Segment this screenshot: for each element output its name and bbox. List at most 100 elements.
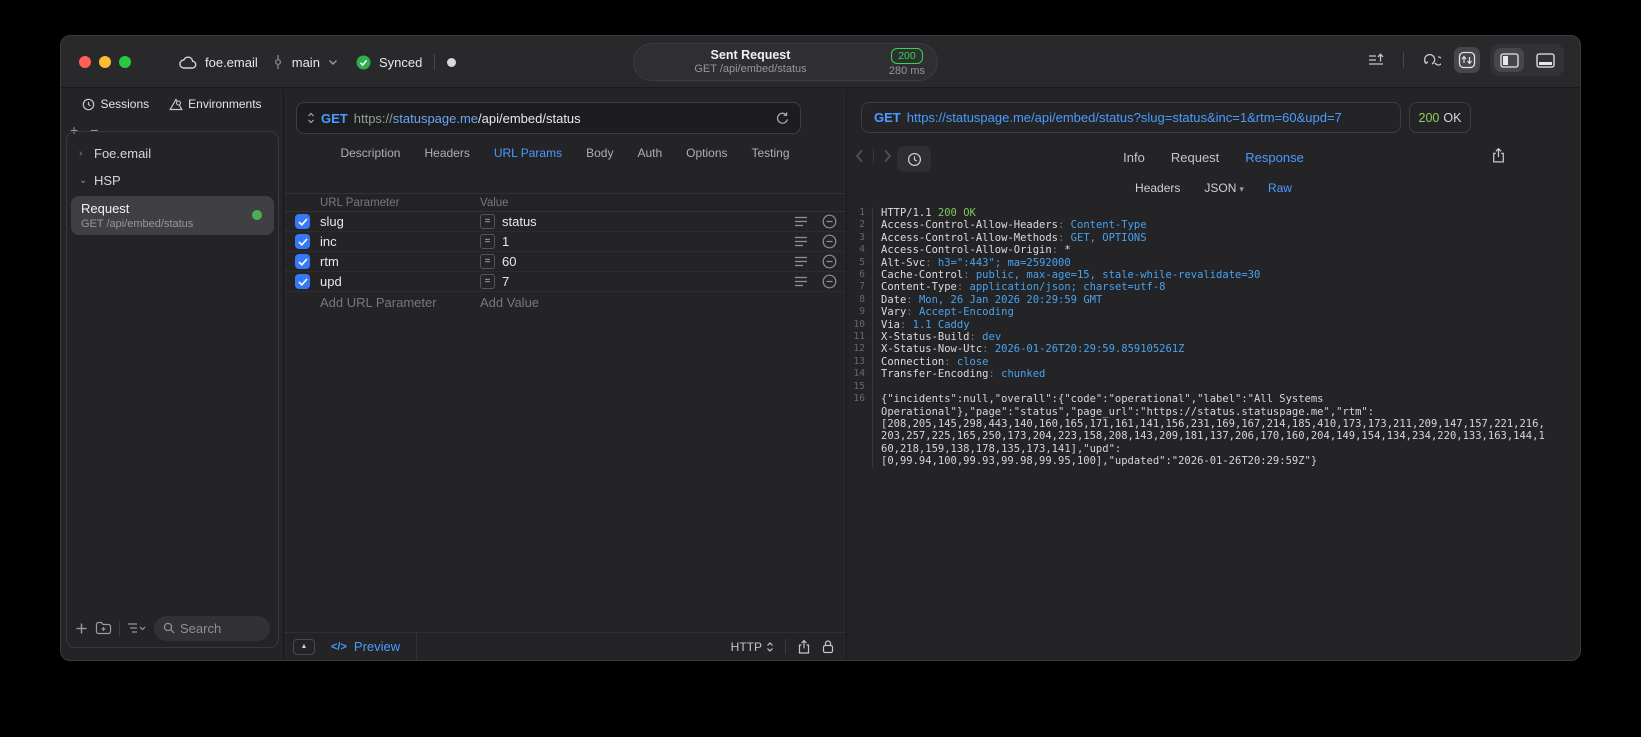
param-row-inc: inc = 1 [284, 232, 846, 252]
line-number: 9 [847, 306, 873, 319]
lock-icon[interactable] [822, 639, 834, 654]
remove-row-icon[interactable] [822, 214, 837, 229]
project-name[interactable]: foe.email [205, 55, 258, 70]
preview-button[interactable]: </> Preview [331, 639, 400, 654]
chevron-down-icon[interactable] [328, 59, 338, 66]
row-options-icon[interactable] [794, 276, 808, 287]
export-response-icon[interactable] [1491, 147, 1506, 164]
param-checkbox-checked[interactable] [295, 274, 310, 289]
response-tab-request[interactable]: Request [1171, 150, 1219, 165]
stepper-icon [767, 641, 773, 652]
equals-operator-icon[interactable]: = [480, 274, 495, 289]
equals-operator-icon[interactable]: = [480, 234, 495, 249]
request-item-subtitle: GET /api/embed/status [81, 218, 194, 230]
response-tab-info[interactable]: Info [1123, 150, 1145, 165]
param-value[interactable]: 60 [502, 254, 516, 269]
check-icon [297, 217, 308, 226]
param-checkbox-checked[interactable] [295, 234, 310, 249]
cloud-icon [179, 56, 197, 69]
request-method[interactable]: GET [321, 111, 348, 126]
code-line: 13 Connection: close [847, 355, 1580, 369]
add-url-parameter-button[interactable]: Add URL Parameter [320, 295, 480, 310]
check-icon [297, 277, 308, 286]
response-tab-response[interactable]: Response [1245, 150, 1304, 165]
sessions-tree-panel: › Foe.email ⌄ HSP Request GET /api/embed… [66, 131, 279, 648]
swap-arrows-box-icon [1458, 51, 1476, 69]
request-response-view-button[interactable] [1454, 47, 1480, 73]
check-icon [297, 237, 308, 246]
tab-environments[interactable]: Environments [169, 97, 262, 111]
tab-description[interactable]: Description [340, 146, 400, 160]
response-raw-view[interactable]: 1 HTTP/1.1 200 OK 2 Access-Control-Allow-He… [847, 203, 1580, 660]
tree-item-foe-email[interactable]: › Foe.email [67, 140, 278, 167]
param-name[interactable]: inc [320, 234, 480, 249]
share-icon[interactable] [797, 639, 811, 655]
param-name[interactable]: rtm [320, 254, 480, 269]
response-subtab-raw[interactable]: Raw [1268, 181, 1292, 195]
new-folder-icon[interactable] [95, 621, 112, 635]
tab-body[interactable]: Body [586, 146, 613, 160]
code-line: 12 X-Status-Now-Utc: 2026-01-26T20:29:59.… [847, 343, 1580, 356]
url-params-table: URL Parameter Value slug = status inc = 1 rtm =… [284, 193, 846, 312]
toggle-sidebar-button[interactable] [1494, 48, 1524, 72]
chevron-down-icon[interactable]: ⌄ [79, 175, 87, 186]
code-brackets-icon: </> [331, 640, 347, 653]
synced-check-icon [356, 55, 371, 69]
branch-name[interactable]: main [292, 55, 320, 70]
code-line: Operational"},"page":"status","page_url"… [847, 405, 1580, 418]
collapse-panel-button[interactable]: ▲ [293, 638, 315, 655]
row-options-icon[interactable] [794, 256, 808, 267]
tab-sessions[interactable]: Sessions [82, 97, 149, 111]
param-name[interactable]: slug [320, 214, 480, 229]
code-line: 3 Access-Control-Allow-Methods: GET, OPTI… [847, 231, 1580, 245]
equals-operator-icon[interactable]: = [480, 214, 495, 229]
app-window: foe.email main Synced Sent Request GET /… [60, 35, 1581, 661]
param-value[interactable]: status [502, 214, 537, 229]
response-subtab-json[interactable]: JSON ▾ [1204, 181, 1244, 195]
import-export-button[interactable] [1363, 47, 1389, 73]
remove-row-icon[interactable] [822, 234, 837, 249]
param-value[interactable]: 1 [502, 234, 509, 249]
remove-row-icon[interactable] [822, 274, 837, 289]
tab-testing[interactable]: Testing [752, 146, 790, 160]
search-input[interactable]: Search [154, 615, 270, 641]
equals-operator-icon[interactable]: = [480, 254, 495, 269]
check-icon [297, 257, 308, 266]
param-value[interactable]: 7 [502, 274, 509, 289]
method-stepper-icon[interactable] [307, 112, 315, 124]
line-number: 6 [847, 269, 873, 282]
param-checkbox-checked[interactable] [295, 214, 310, 229]
tree-item-hsp[interactable]: ⌄ HSP [67, 167, 278, 194]
add-value-button[interactable]: Add Value [480, 295, 846, 310]
minimize-window-button[interactable] [99, 56, 111, 68]
tab-url-params[interactable]: URL Params [494, 146, 562, 160]
tab-headers[interactable]: Headers [424, 146, 469, 160]
tab-auth[interactable]: Auth [637, 146, 662, 160]
protocol-selector[interactable]: HTTP [731, 640, 774, 654]
row-options-icon[interactable] [794, 236, 808, 247]
preview-label: Preview [353, 639, 401, 654]
refresh-icon[interactable] [775, 111, 790, 126]
request-url[interactable]: https://statuspage.me/api/embed/status [354, 111, 581, 126]
tab-options[interactable]: Options [686, 146, 727, 160]
remove-row-icon[interactable] [822, 254, 837, 269]
chevron-right-icon[interactable]: › [79, 148, 87, 159]
param-name[interactable]: upd [320, 274, 480, 289]
param-checkbox-checked[interactable] [295, 254, 310, 269]
zoom-window-button[interactable] [119, 56, 131, 68]
sync-status[interactable]: Synced [379, 55, 422, 70]
sent-request-url[interactable]: GET https://statuspage.me/api/embed/stat… [861, 102, 1401, 133]
sync-loop-button[interactable] [1418, 47, 1444, 73]
line-number: 11 [847, 331, 873, 344]
sent-request-status-pill[interactable]: Sent Request GET /api/embed/status 200 2… [633, 43, 938, 81]
add-request-icon[interactable] [75, 622, 88, 635]
request-url-bar[interactable]: GET https://statuspage.me/api/embed/stat… [296, 102, 801, 134]
toggle-bottom-panel-button[interactable] [1530, 48, 1560, 72]
code-line-content: Cache-Control: public, max-age=15, stale… [881, 269, 1261, 282]
sidebar-item-request-selected[interactable]: Request GET /api/embed/status [71, 196, 274, 235]
response-subtab-headers[interactable]: Headers [1135, 181, 1180, 195]
code-line: 10 Via: 1.1 Caddy [847, 318, 1580, 332]
row-options-icon[interactable] [794, 216, 808, 227]
close-window-button[interactable] [79, 56, 91, 68]
sort-list-icon[interactable] [127, 622, 147, 634]
